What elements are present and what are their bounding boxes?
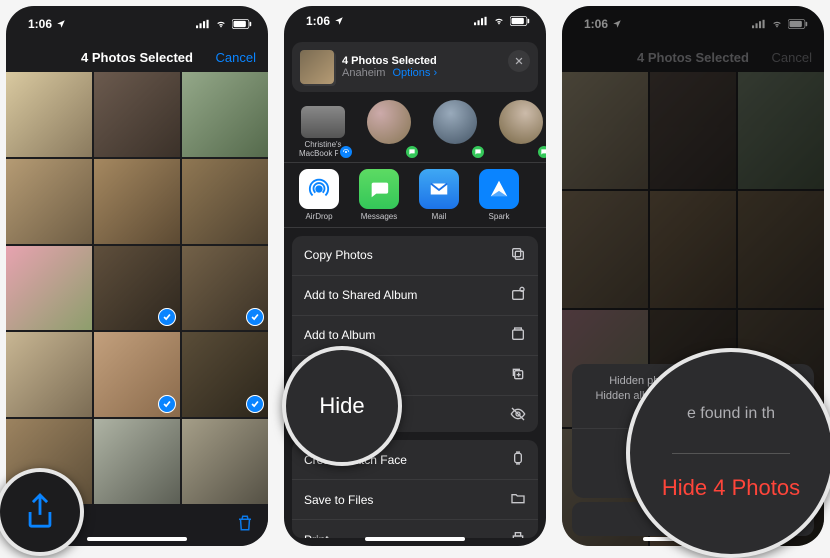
photo-thumbnail[interactable]	[6, 159, 92, 244]
messages-badge-icon	[536, 144, 546, 160]
photo-thumbnail[interactable]	[182, 332, 268, 417]
app-label: Messages	[361, 212, 397, 221]
action-label: Copy Photos	[304, 248, 373, 262]
action-label: Print	[304, 533, 329, 538]
status-time: 1:06	[28, 17, 52, 31]
watch-icon	[510, 450, 526, 469]
action-print[interactable]: Print	[292, 520, 538, 538]
callout-hide-photos-label: Hide 4 Photos	[662, 475, 800, 501]
share-sheet-header: 4 Photos Selected Anaheim Options ›	[292, 42, 538, 92]
cancel-button[interactable]: Cancel	[216, 50, 256, 65]
share-options-link[interactable]: Options ›	[392, 67, 437, 79]
photo-thumbnail[interactable]	[182, 72, 268, 157]
photo-thumbnail[interactable]	[94, 246, 180, 331]
callout-hide-label: Hide	[319, 393, 364, 419]
duplicate-icon	[510, 366, 526, 385]
callout-hide: Hide	[282, 346, 402, 466]
action-save-to-files[interactable]: Save to Files	[292, 480, 538, 520]
airdrop-icon	[308, 178, 330, 200]
screen-share-sheet: 1:06 4 Photos Selected Anaheim Options ›	[284, 6, 546, 546]
action-label: Add to Shared Album	[304, 288, 417, 302]
share-title: 4 Photos Selected	[342, 55, 437, 67]
app-label: AirDrop	[305, 212, 332, 221]
status-time: 1:06	[306, 14, 330, 28]
signal-icon	[196, 19, 210, 29]
callout-hide-4-photos: e found in th Hide 4 Photos	[626, 348, 830, 558]
album-icon	[510, 326, 526, 345]
close-icon	[514, 56, 524, 66]
wifi-icon	[214, 19, 228, 29]
folder-icon	[510, 490, 526, 509]
share-contact[interactable]	[426, 100, 484, 158]
photo-thumbnail[interactable]	[6, 332, 92, 417]
nav-bar: 4 Photos Selected Cancel	[6, 42, 268, 72]
photo-thumbnail[interactable]	[94, 159, 180, 244]
hide-icon	[510, 406, 526, 425]
share-apps-row[interactable]: AirDrop Messages Mail Spark	[284, 162, 546, 228]
share-contacts-row[interactable]: Christine's MacBook Pro	[284, 92, 546, 162]
photo-thumbnail[interactable]	[182, 419, 268, 504]
status-bar: 1:06	[284, 6, 546, 36]
action-label: Save to Files	[304, 493, 373, 507]
status-bar: 1:06	[6, 6, 268, 42]
close-button[interactable]	[508, 50, 530, 72]
wifi-icon	[492, 16, 506, 26]
location-arrow-icon	[334, 16, 344, 26]
printer-icon	[510, 530, 526, 538]
airdrop-badge-icon	[338, 144, 354, 160]
screen-photos-select: 1:06 4 Photos Selected Cancel	[6, 6, 268, 546]
messages-badge-icon	[470, 144, 486, 160]
action-copy-photos[interactable]: Copy Photos	[292, 236, 538, 276]
spark-icon	[488, 178, 510, 200]
share-subtitle: Anaheim	[342, 67, 385, 79]
home-indicator[interactable]	[365, 537, 465, 541]
battery-icon	[232, 19, 252, 29]
action-label: Add to Album	[304, 328, 375, 342]
app-label: Spark	[489, 212, 510, 221]
shared-album-icon	[510, 286, 526, 305]
signal-icon	[474, 16, 488, 26]
app-mail[interactable]: Mail	[414, 169, 464, 221]
photo-thumbnail[interactable]	[94, 72, 180, 157]
share-icon	[23, 492, 57, 532]
share-thumbnail	[300, 50, 334, 84]
photo-thumbnail[interactable]	[6, 72, 92, 157]
app-messages[interactable]: Messages	[354, 169, 404, 221]
battery-icon	[510, 16, 530, 26]
app-label: Mail	[432, 212, 447, 221]
share-contact[interactable]	[360, 100, 418, 158]
action-add-shared-album[interactable]: Add to Shared Album	[292, 276, 538, 316]
messages-badge-icon	[404, 144, 420, 160]
photo-thumbnail[interactable]	[182, 246, 268, 331]
app-spark[interactable]: Spark	[474, 169, 524, 221]
photo-thumbnail[interactable]	[182, 159, 268, 244]
photo-thumbnail[interactable]	[94, 419, 180, 504]
photo-grid[interactable]	[6, 72, 268, 504]
location-arrow-icon	[56, 19, 66, 29]
home-indicator[interactable]	[87, 537, 187, 541]
photo-thumbnail[interactable]	[94, 332, 180, 417]
app-airdrop[interactable]: AirDrop	[294, 169, 344, 221]
copy-icon	[510, 246, 526, 265]
mail-icon	[428, 178, 450, 200]
nav-title: 4 Photos Selected	[81, 50, 193, 65]
callout-share	[0, 468, 84, 556]
share-contact[interactable]	[492, 100, 546, 158]
trash-button[interactable]	[236, 513, 254, 538]
photo-thumbnail[interactable]	[6, 246, 92, 331]
airdrop-contact[interactable]: Christine's MacBook Pro	[294, 100, 352, 158]
messages-icon	[368, 178, 390, 200]
